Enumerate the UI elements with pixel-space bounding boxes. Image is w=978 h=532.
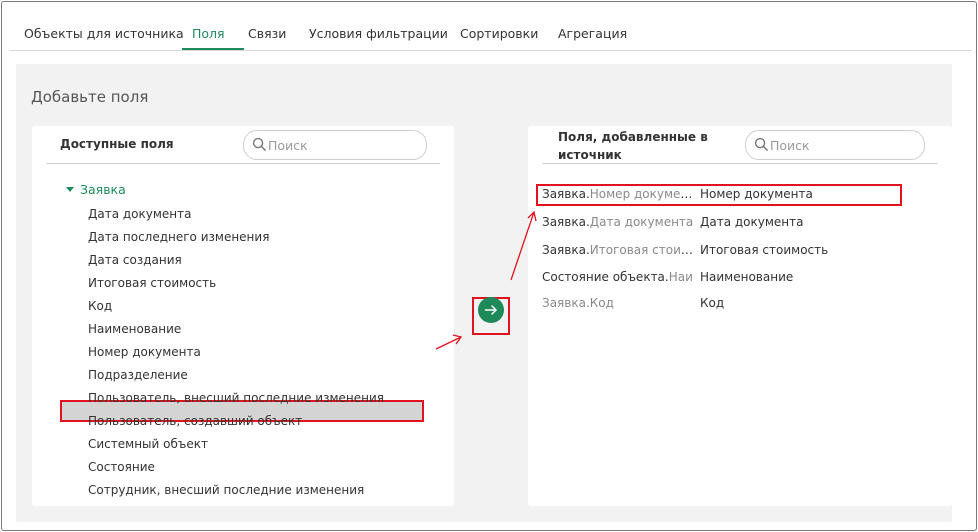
source-field: Дата документа [589, 215, 694, 229]
tab-aggregation[interactable]: Агрегация [558, 26, 627, 41]
source-field: Итоговая стоимо... [589, 243, 698, 257]
arrow-right-icon [484, 305, 497, 315]
field-item[interactable]: Состояние [88, 460, 155, 474]
search-icon [252, 137, 266, 151]
source-object: Заявка. [542, 243, 590, 257]
source-object: Заявка. [542, 296, 590, 310]
tab-objects[interactable]: Объекты для источника [24, 26, 184, 41]
added-fields-title-line1: Поля, добавленные в [558, 130, 708, 144]
field-item[interactable]: Системный объект [88, 437, 208, 451]
tab-filters[interactable]: Условия фильтрации [309, 26, 448, 41]
field-item[interactable]: Дата документа [88, 207, 192, 221]
tab-sorting[interactable]: Сортировки [460, 26, 538, 41]
divider [46, 163, 440, 164]
available-search-input[interactable] [268, 135, 408, 155]
caret-down-icon [66, 187, 74, 192]
field-item[interactable]: Итоговая стоимость [88, 276, 216, 290]
active-tab-indicator [182, 48, 244, 50]
added-fields-title: Поля, добавленные в источник [558, 128, 708, 164]
source-object: Состояние объекта. [542, 270, 669, 284]
window: Объекты для источника Поля Связи Условия… [1, 1, 977, 531]
field-name: Итоговая стоимость [700, 243, 829, 257]
field-item[interactable]: Подразделение [88, 368, 188, 382]
source-field: Код [589, 296, 614, 310]
group-label: Заявка [80, 182, 126, 197]
panel-title: Добавьте поля [31, 88, 149, 106]
source-field: Номер документа [589, 187, 698, 201]
added-fields-card: Поля, добавленные в источник Заявка.Номе… [528, 126, 952, 506]
field-item[interactable]: Наименование [88, 322, 181, 336]
field-name: Наименование [700, 270, 794, 284]
field-name: Номер документа [700, 187, 813, 201]
divider [542, 163, 938, 164]
field-item[interactable]: Дата создания [88, 253, 182, 267]
available-fields-title: Доступные поля [60, 137, 174, 151]
field-item[interactable]: Сотрудник, внесший последние изменения [88, 483, 364, 497]
source-object: Заявка. [542, 215, 590, 229]
available-search[interactable] [243, 130, 427, 160]
added-search[interactable] [745, 130, 925, 160]
available-fields-card: Доступные поля Заявка Дата документа Дат… [32, 126, 454, 506]
fields-panel: Добавьте поля Доступные поля Заявка Дата… [16, 64, 952, 522]
field-name: Код [700, 296, 725, 310]
tab-links[interactable]: Связи [248, 26, 286, 41]
field-item-selected[interactable]: Номер документа [88, 345, 201, 359]
add-field-button[interactable] [478, 297, 504, 323]
field-item[interactable]: Дата последнего изменения [88, 230, 269, 244]
source-object: Заявка. [542, 187, 590, 201]
search-icon [754, 137, 768, 151]
tab-fields[interactable]: Поля [192, 26, 225, 41]
added-fields-title-line2: источник [558, 148, 622, 162]
tab-bar: Объекты для источника Поля Связи Условия… [10, 10, 972, 51]
group-toggle[interactable]: Заявка [66, 182, 126, 197]
field-item[interactable]: Пользователь, создавший объект [88, 414, 302, 428]
field-name: Дата документа [700, 215, 804, 229]
source-field: Наи [668, 270, 693, 284]
field-item[interactable]: Код [88, 299, 112, 313]
field-item[interactable]: Пользователь, внесший последние изменени… [88, 391, 384, 405]
added-search-input[interactable] [770, 135, 910, 155]
